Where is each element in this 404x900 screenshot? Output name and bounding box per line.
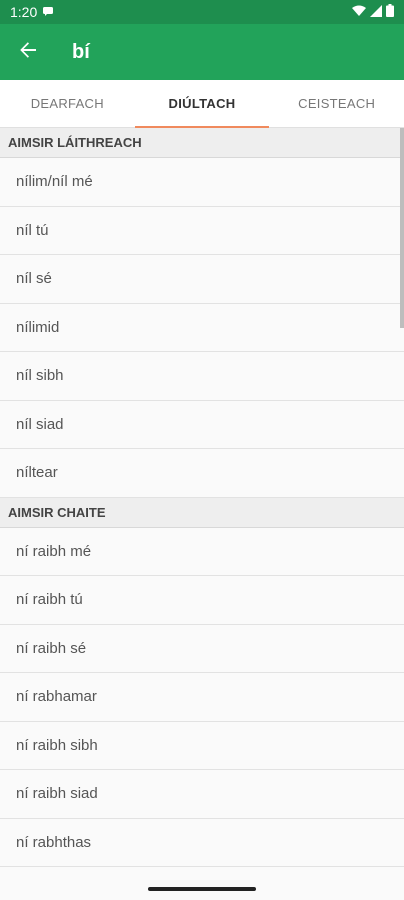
page-title: bí — [72, 40, 90, 63]
wifi-icon — [352, 5, 366, 20]
tab-bar: DEARFACH DIÚLTACH CEISTEACH — [0, 80, 404, 128]
list-item[interactable]: ní rabhamar — [0, 673, 404, 722]
signal-icon — [370, 4, 382, 20]
list-item[interactable]: ní raibh sé — [0, 624, 404, 673]
list-item[interactable]: níl tú — [0, 206, 404, 255]
navigation-bar — [0, 878, 404, 900]
scrollbar[interactable] — [400, 128, 404, 328]
back-button[interactable] — [0, 24, 56, 80]
app-bar: bí — [0, 24, 404, 80]
section-header-present: AIMSIR LÁITHREACH — [0, 128, 404, 158]
notification-icon — [42, 4, 54, 20]
list-item[interactable]: níl sé — [0, 255, 404, 304]
list-item[interactable]: ní raibh tú — [0, 576, 404, 625]
list-item[interactable]: ní raibh siad — [0, 770, 404, 819]
section-header-past: AIMSIR CHAITE — [0, 497, 404, 528]
list-item[interactable]: ní raibh sibh — [0, 721, 404, 770]
battery-icon — [386, 4, 394, 20]
home-handle[interactable] — [148, 887, 256, 891]
tab-ceisteach[interactable]: CEISTEACH — [269, 80, 404, 127]
list-item[interactable]: nílimid — [0, 303, 404, 352]
list-item[interactable]: ní rabhthas — [0, 818, 404, 867]
list-item[interactable]: ní raibh mé — [0, 527, 404, 576]
list-item[interactable]: níl sibh — [0, 352, 404, 401]
status-bar: 1:20 — [0, 0, 404, 24]
tab-diultach[interactable]: DIÚLTACH — [134, 80, 270, 128]
list-item[interactable]: níl siad — [0, 400, 404, 449]
status-time: 1:20 — [10, 4, 38, 20]
arrow-back-icon — [19, 41, 37, 64]
list-item[interactable]: níltear — [0, 449, 404, 498]
list-item[interactable]: nílim/níl mé — [0, 158, 404, 207]
conjugation-list[interactable]: AIMSIR LÁITHREACH nílim/níl mé níl tú ní… — [0, 128, 404, 878]
tab-dearfach[interactable]: DEARFACH — [0, 80, 135, 127]
